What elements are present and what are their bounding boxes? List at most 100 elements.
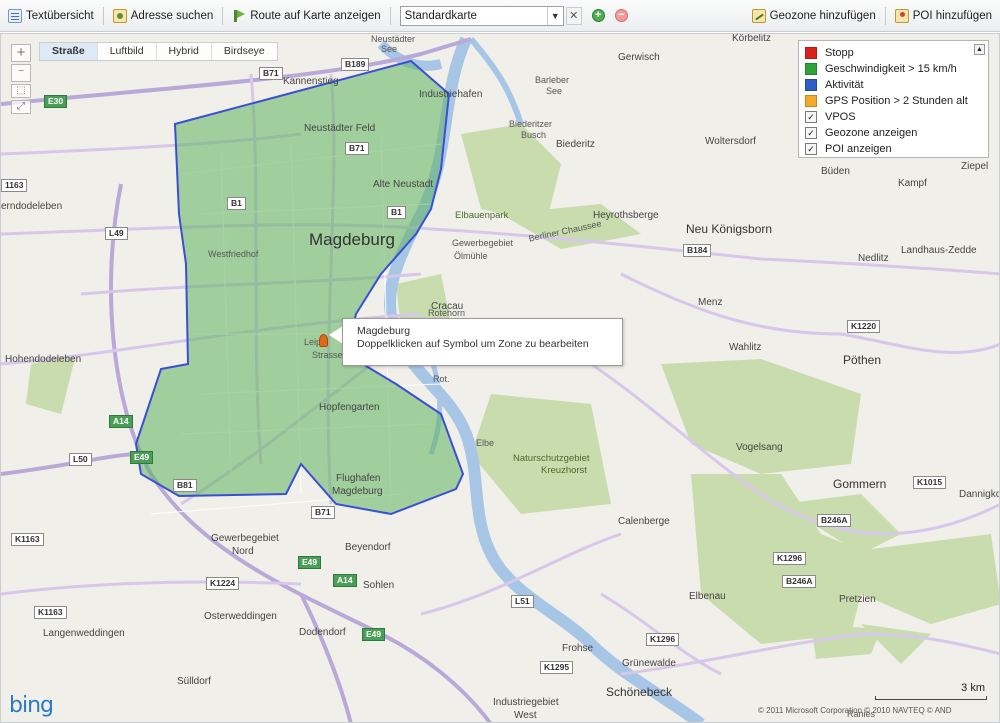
map-label: Rotehorn	[428, 308, 466, 318]
road-shield: B71	[259, 67, 283, 80]
road-shield: K1220	[847, 320, 881, 333]
map-label: Calenberge	[618, 516, 670, 527]
map-label: Pöthen	[843, 353, 882, 367]
legend-label: Geschwindigkeit > 15 km/h	[825, 63, 957, 75]
legend-label: Stopp	[825, 47, 854, 59]
stop-swatch	[805, 47, 817, 59]
checkbox-vpos[interactable]: ✓	[805, 111, 817, 123]
map-label: Hohendodeleben	[5, 354, 82, 365]
map-label: Grünewalde	[622, 658, 676, 669]
map-label: Biederitz	[556, 139, 595, 150]
map-label: Neustädter	[371, 34, 416, 44]
legend-item: Aktivität	[805, 77, 982, 93]
map-label: See	[381, 44, 398, 54]
map-label: Elbe	[476, 438, 495, 448]
road-shield: K1163	[34, 606, 67, 619]
text-overview-button[interactable]: Textübersicht	[4, 4, 98, 28]
map-label: Naturschutzgebiet	[513, 453, 590, 464]
map-label: Vogelsang	[736, 442, 783, 453]
map-label: Schönebeck	[606, 685, 673, 699]
map-label: Gerwisch	[618, 52, 660, 63]
bing-logo: bing	[9, 693, 54, 718]
road-shield: B246A	[782, 575, 817, 588]
map-label: Dannigkow	[959, 489, 999, 500]
speed-swatch	[805, 63, 817, 75]
map-label: Westfriedhof	[208, 249, 259, 259]
remove-circle-button[interactable]: −	[614, 9, 628, 22]
river-branch	[468, 37, 524, 125]
map-label: West	[514, 710, 537, 721]
map-label: Menz	[698, 297, 723, 308]
road-shield: K1015	[913, 476, 947, 489]
tab-luftbild[interactable]: Luftbild	[98, 43, 157, 60]
clear-select-button[interactable]: ✕	[565, 6, 582, 25]
legend-label: Aktivität	[825, 79, 864, 91]
map-label: Nedlitz	[858, 253, 889, 264]
tooltip-title: Magdeburg	[357, 325, 411, 337]
copyright-text: © 2011 Microsoft Corporation © 2010 NAVT…	[758, 706, 952, 715]
geozone-icon	[751, 8, 766, 23]
legend-item: Geschwindigkeit > 15 km/h	[805, 61, 982, 77]
vpos-toggle[interactable]: ✓ VPOS	[805, 109, 982, 125]
zoom-controls: + − ⬚ ⤢	[11, 44, 33, 114]
road-shield: B71	[345, 142, 369, 155]
road-shield: E49	[130, 451, 154, 464]
map-label: Ölmühle	[454, 251, 488, 261]
toolbar-right: Geozone hinzufügen POI hinzufügen	[748, 4, 996, 28]
address-search-button[interactable]: Adresse suchen	[109, 4, 217, 28]
map-canvas[interactable]: Magdeburg Kannenstieg Industriehafen Neu…	[0, 33, 1000, 723]
road-shield: 1163	[1, 179, 28, 192]
map-label: Kreuzhorst	[541, 465, 587, 476]
checkbox-geozone[interactable]: ✓	[805, 127, 817, 139]
map-label: See	[546, 86, 563, 96]
road-shield: B1	[227, 197, 246, 210]
gps-old-swatch	[805, 95, 817, 107]
road-shield: K1296	[773, 552, 807, 565]
map-search-icon	[112, 8, 127, 23]
map-label: Dodendorf	[299, 627, 346, 638]
road-shield: K1163	[11, 533, 44, 546]
map-scale: 3 km	[875, 682, 987, 704]
map-label: Elbauenpark	[455, 210, 509, 221]
geozone-toggle[interactable]: ✓ Geozone anzeigen	[805, 125, 982, 141]
road-shield: B71	[311, 506, 335, 519]
collapse-legend-icon[interactable]: ▲	[974, 44, 985, 55]
zoom-in-button[interactable]: +	[11, 44, 31, 62]
map-label: Hopfengarten	[319, 402, 380, 413]
road-shield: K1295	[540, 661, 574, 674]
add-geozone-label: Geozone hinzufügen	[769, 9, 876, 22]
tab-hybrid[interactable]: Hybrid	[157, 43, 212, 60]
chevron-down-icon[interactable]: ▼	[546, 6, 563, 25]
tooltip-pointer	[329, 326, 343, 344]
legend-panel: ▲ Stopp Geschwindigkeit > 15 km/h Aktivi…	[798, 40, 989, 158]
poi-toggle[interactable]: ✓ POI anzeigen	[805, 141, 982, 157]
map-label: Rot.	[433, 374, 450, 384]
toolbar: Textübersicht Adresse suchen Route auf K…	[0, 0, 1000, 32]
add-circle-button[interactable]: +	[591, 9, 605, 22]
route-on-map-button[interactable]: Route auf Karte anzeigen	[228, 4, 384, 28]
add-poi-button[interactable]: POI hinzufügen	[891, 4, 996, 28]
map-label: Sülldorf	[177, 676, 211, 687]
road-shield: A14	[109, 415, 133, 428]
map-label: Barleber	[535, 75, 570, 85]
fullscreen-icon[interactable]: ⤢	[11, 100, 31, 114]
select-area-icon[interactable]: ⬚	[11, 84, 31, 98]
road-shield: A14	[333, 574, 357, 587]
toolbar-separator	[222, 6, 224, 25]
scale-bar	[875, 696, 987, 700]
poi-marker-icon[interactable]	[319, 334, 328, 347]
zoom-out-button[interactable]: −	[11, 64, 31, 82]
checkbox-poi[interactable]: ✓	[805, 143, 817, 155]
map-label: Heyrothsberge	[593, 210, 659, 221]
route-on-map-label: Route auf Karte anzeigen	[250, 9, 381, 22]
checkbox-label: VPOS	[825, 111, 856, 123]
map-label: Wahlitz	[729, 342, 762, 353]
map-label: Nord	[232, 546, 254, 557]
tab-strasse[interactable]: Straße	[40, 43, 98, 60]
add-geozone-button[interactable]: Geozone hinzufügen	[748, 4, 880, 28]
tab-birdseye[interactable]: Birdseye	[212, 43, 277, 60]
map-type-select[interactable]: Standardkarte ▼	[399, 5, 564, 26]
road-shield: B189	[341, 58, 370, 71]
map-label: Osterweddingen	[204, 611, 277, 622]
map-label: Gommern	[833, 477, 887, 491]
